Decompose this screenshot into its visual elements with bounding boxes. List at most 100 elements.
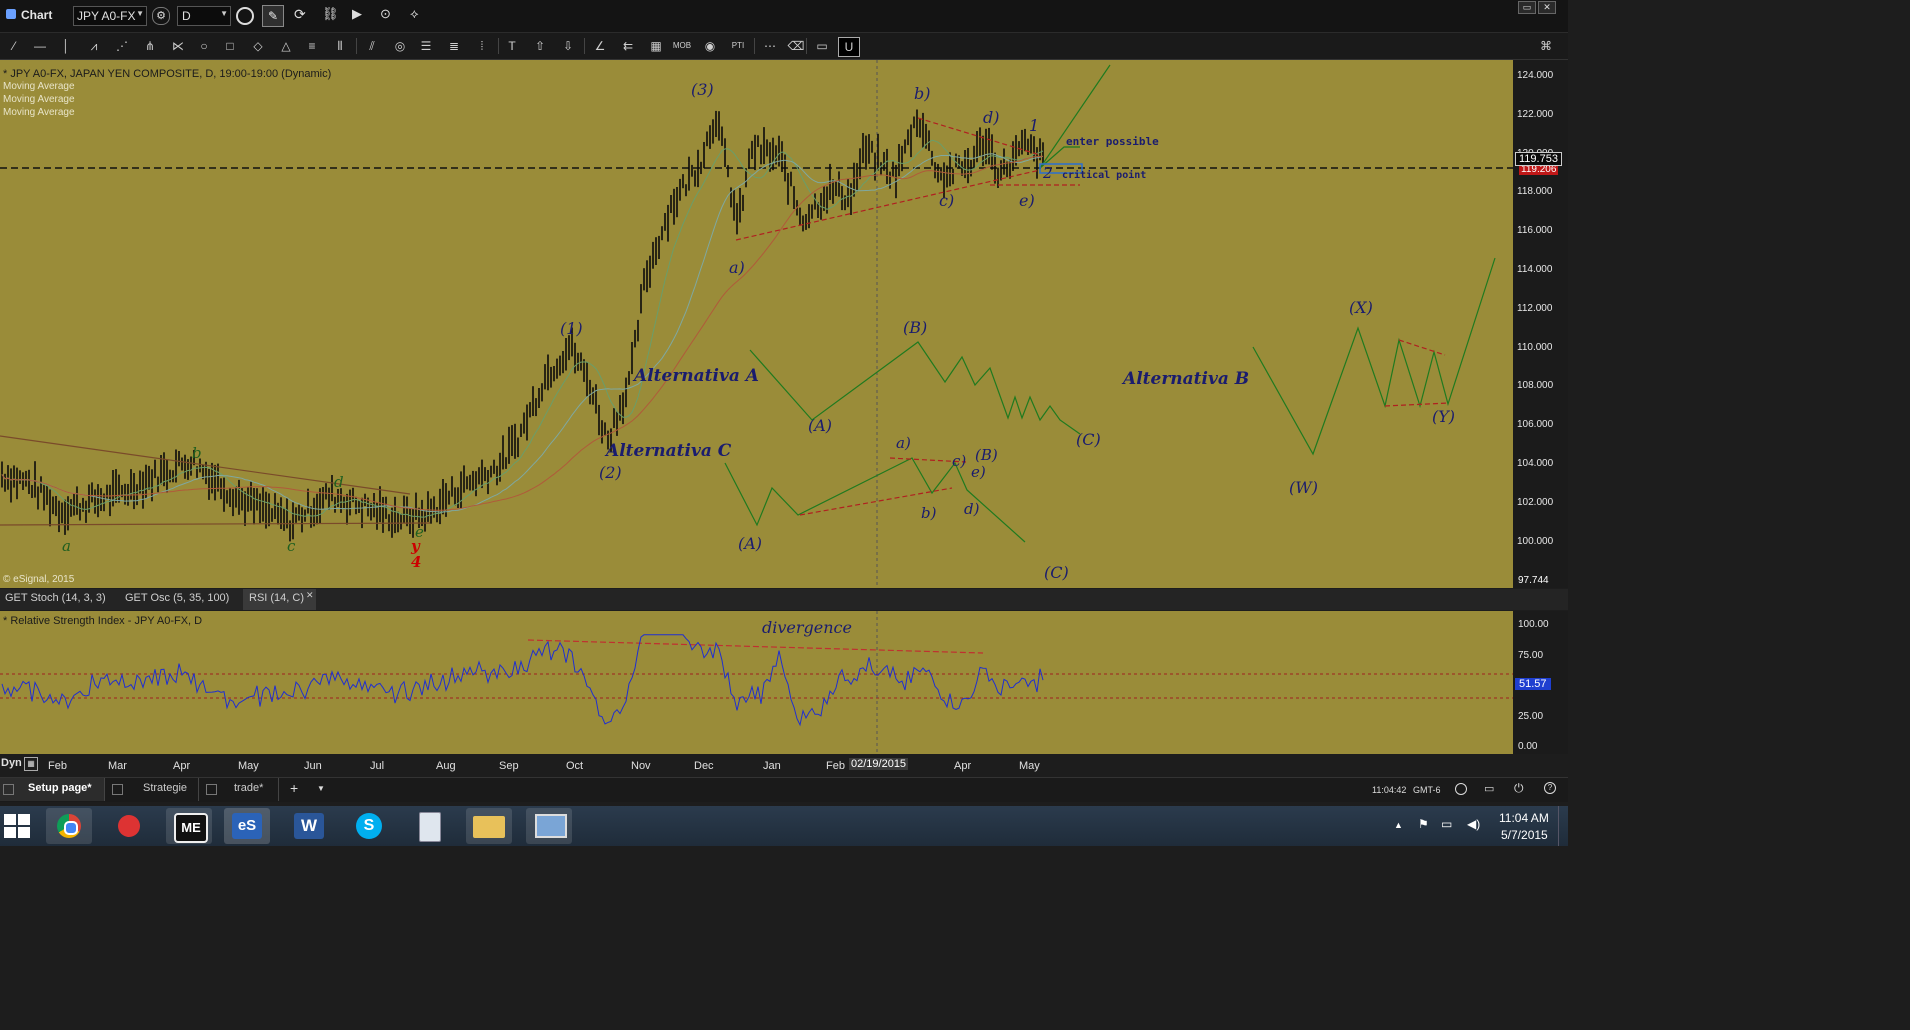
rsi-tick-label: 100.00 <box>1518 619 1549 630</box>
rsi-pane[interactable]: * Relative Strength Index - JPY A0-FX, D… <box>0 611 1513 754</box>
interval-select[interactable]: D ▼ <box>177 6 231 26</box>
eye-icon[interactable]: ◉ <box>700 37 720 55</box>
display-icon[interactable]: ▭ <box>1441 817 1452 831</box>
diamond-icon[interactable]: ◇ <box>248 37 268 55</box>
price-tick-label: 108.000 <box>1517 380 1554 392</box>
action-center-icon[interactable]: ⚑ <box>1418 817 1429 831</box>
close-icon[interactable]: ✕ <box>306 590 314 601</box>
wave-label: a) <box>729 258 745 277</box>
volume-icon[interactable]: ◀) <box>1467 817 1480 831</box>
toolbar-separator <box>806 38 807 54</box>
calculator-icon[interactable] <box>406 808 452 844</box>
pti-icon[interactable]: PTI <box>728 37 748 55</box>
dynamic-label: Dyn <box>1 757 22 769</box>
link-icon[interactable]: ⛓ <box>322 6 339 22</box>
windows-start-icon[interactable] <box>4 814 30 838</box>
tab-stoch[interactable]: GET Stoch (14, 3, 3) <box>5 592 106 604</box>
divergence-line <box>527 639 984 654</box>
symbol-input[interactable]: JPY A0-FX ▼ <box>73 6 147 26</box>
rsi-axis[interactable]: 100.0075.0050.0025.000.0051.57 <box>1513 611 1568 754</box>
cursor-icon[interactable]: ▭ <box>812 37 832 55</box>
time-axis[interactable]: Dyn ▦ Feb Mar Apr May Jun Jul Aug Sep Oc… <box>0 755 1568 777</box>
price-axis[interactable]: 124.000122.000120.000118.000116.000114.0… <box>1513 60 1568 588</box>
fib-ext-icon[interactable]: ≣ <box>444 37 464 55</box>
alt-b-label: Alternativa B <box>1123 369 1250 389</box>
tray-arrow-icon[interactable]: ▲ <box>1394 820 1403 830</box>
snipping-tool-icon[interactable] <box>106 808 152 844</box>
month-label: Jun <box>304 760 322 772</box>
magnet-icon[interactable]: U <box>838 37 860 57</box>
wave-label: (3) <box>691 80 714 99</box>
play-icon[interactable]: ▶ <box>352 6 362 22</box>
gear-icon[interactable]: ⚙ <box>152 7 170 25</box>
tag-icon[interactable]: ⟡ <box>410 6 419 22</box>
chevron-down-icon[interactable]: ▼ <box>317 784 325 793</box>
hline-tool-icon[interactable]: — <box>30 37 50 55</box>
alert-icon[interactable]: ⊙ <box>380 6 391 22</box>
triangle-icon[interactable]: △ <box>276 37 296 55</box>
page-tab-strategie[interactable]: Strategie <box>108 778 199 801</box>
channel-icon[interactable]: ≡ <box>302 37 322 55</box>
word-icon[interactable]: W <box>286 808 332 844</box>
me-app-icon[interactable]: ME <box>166 808 212 844</box>
time-zones-icon[interactable]: ⦙ <box>472 37 492 55</box>
chrome-icon[interactable] <box>46 808 92 844</box>
folder-icon[interactable] <box>466 808 512 844</box>
target-icon[interactable]: ◎ <box>390 37 410 55</box>
fan-tool-icon[interactable]: ⋰ <box>112 37 132 55</box>
help-icon[interactable]: ? <box>1544 782 1556 794</box>
text-tool-icon[interactable]: T <box>502 37 522 55</box>
settings-icon[interactable]: ⌘ <box>1536 37 1556 55</box>
vline-tool-icon[interactable]: │ <box>56 37 76 55</box>
clock-icon[interactable] <box>236 7 254 25</box>
show-desktop-button[interactable] <box>1558 806 1569 846</box>
regression-icon[interactable]: ⫽ <box>362 37 382 55</box>
status-time: 11:04:42 <box>1372 785 1407 795</box>
power-icon[interactable]: ⏻ <box>1514 781 1524 796</box>
price-chart-svg <box>0 60 1513 588</box>
toolbar-separator <box>584 38 585 54</box>
arrow-left-icon[interactable]: ⇇ <box>618 37 638 55</box>
wave-tool-icon[interactable]: ⩘ <box>84 37 104 55</box>
grid-icon[interactable]: ▦ <box>646 37 666 55</box>
arrow-up-icon[interactable]: ⇧ <box>530 37 550 55</box>
cycle-icon[interactable]: ⦀ <box>330 37 350 55</box>
arrow-down-icon[interactable]: ⇩ <box>558 37 578 55</box>
snap-icon[interactable]: ⋯ <box>760 37 780 55</box>
angle-icon[interactable]: ∠ <box>590 37 610 55</box>
page-tab-setup[interactable]: Setup page* <box>0 778 105 801</box>
ellipse-icon[interactable]: ○ <box>194 37 214 55</box>
last-price-badge: 119.753 <box>1515 152 1562 166</box>
wave-label: (Y) <box>1432 407 1456 426</box>
restore-button[interactable]: ▭ <box>1518 1 1536 14</box>
checkbox-icon <box>206 784 217 795</box>
add-page-button[interactable]: + <box>290 780 298 796</box>
close-button[interactable]: ✕ <box>1538 1 1556 14</box>
skype-icon[interactable]: S <box>346 808 392 844</box>
alt-a-path <box>749 341 1081 435</box>
taskbar-clock[interactable]: 11:04 AM <box>1499 811 1549 825</box>
wave-label: e) <box>1019 191 1035 210</box>
gann-icon[interactable]: ⋉ <box>168 37 188 55</box>
clock-icon[interactable] <box>1455 783 1467 795</box>
month-label: Aug <box>436 760 456 772</box>
calendar-icon[interactable]: ▦ <box>24 757 38 771</box>
mob-icon[interactable]: MOB <box>672 37 692 55</box>
fib-icon[interactable]: ☰ <box>416 37 436 55</box>
price-chart[interactable]: * JPY A0-FX, JAPAN YEN COMPOSITE, D, 19:… <box>0 60 1513 588</box>
tab-osc[interactable]: GET Osc (5, 35, 100) <box>125 592 229 604</box>
esignal-icon[interactable]: eS <box>224 808 270 844</box>
month-label: Apr <box>173 760 191 772</box>
page-tab-trade[interactable]: trade* <box>202 778 279 801</box>
rectangle-icon[interactable]: □ <box>220 37 240 55</box>
tab-rsi[interactable]: RSI (14, C) ✕ <box>243 589 316 610</box>
month-label: Apr <box>954 760 972 772</box>
eraser-icon[interactable]: ⌫ <box>786 37 806 55</box>
monitor-icon[interactable]: ▭ <box>1484 782 1494 795</box>
pitchfork-icon[interactable]: ⋔ <box>140 37 160 55</box>
network-icon[interactable] <box>526 808 572 844</box>
taskbar-date[interactable]: 5/7/2015 <box>1501 828 1548 842</box>
line-tool-icon[interactable]: ⁄ <box>4 37 24 55</box>
pencil-icon[interactable]: ✎ <box>262 5 284 27</box>
refresh-icon[interactable]: ⟳ <box>294 6 306 23</box>
